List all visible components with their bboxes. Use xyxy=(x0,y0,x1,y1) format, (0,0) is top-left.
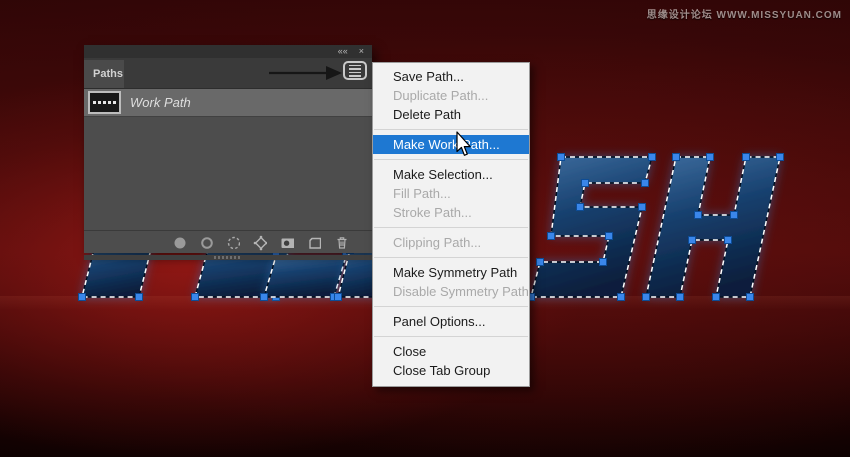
menu-item-stroke-path: Stroke Path... xyxy=(373,203,529,222)
menu-item-make-symmetry-path[interactable]: Make Symmetry Path xyxy=(373,263,529,282)
path-anchor-point xyxy=(335,294,342,301)
fill-path-icon[interactable] xyxy=(172,235,186,251)
menu-item-duplicate-path: Duplicate Path... xyxy=(373,86,529,105)
path-anchor-point xyxy=(192,294,199,301)
path-anchor-point xyxy=(558,154,565,161)
menu-separator xyxy=(374,336,528,337)
path-anchor-point xyxy=(725,237,732,244)
path-anchor-point xyxy=(582,180,589,187)
menu-item-panel-options[interactable]: Panel Options... xyxy=(373,312,529,331)
load-path-as-selection-icon[interactable] xyxy=(226,235,240,251)
path-anchor-point xyxy=(713,294,720,301)
add-mask-icon[interactable] xyxy=(280,235,294,251)
path-anchor-point xyxy=(537,259,544,266)
menu-item-close-tab-group[interactable]: Close Tab Group xyxy=(373,361,529,380)
menu-item-close[interactable]: Close xyxy=(373,342,529,361)
letter-s xyxy=(528,154,656,301)
path-anchor-point xyxy=(643,294,650,301)
menu-item-fill-path: Fill Path... xyxy=(373,184,529,203)
menu-item-make-work-path[interactable]: Make Work Path... xyxy=(373,135,529,154)
work-path-label: Work Path xyxy=(130,95,191,110)
letter-h xyxy=(643,154,784,301)
path-anchor-point xyxy=(261,294,268,301)
path-anchor-point xyxy=(677,294,684,301)
path-anchor-point xyxy=(747,294,754,301)
path-anchor-point xyxy=(642,180,649,187)
menu-separator xyxy=(374,257,528,258)
path-anchor-point xyxy=(695,212,702,219)
paths-list-empty-area xyxy=(84,117,372,230)
panel-tabbar: Paths xyxy=(84,58,372,89)
work-path-thumbnail[interactable] xyxy=(88,91,121,114)
panel-flyout-menu-button[interactable] xyxy=(343,61,367,80)
path-anchor-point xyxy=(673,154,680,161)
menu-separator xyxy=(374,306,528,307)
menu-item-delete-path[interactable]: Delete Path xyxy=(373,105,529,124)
new-path-icon[interactable] xyxy=(307,235,321,251)
watermark-text: 思缘设计论坛 WWW.MISSYUAN.COM xyxy=(647,6,842,21)
menu-separator xyxy=(374,159,528,160)
path-anchor-point xyxy=(689,237,696,244)
path-anchor-point xyxy=(618,294,625,301)
menu-separator xyxy=(374,227,528,228)
path-anchor-point xyxy=(777,154,784,161)
menu-separator xyxy=(374,129,528,130)
path-anchor-point xyxy=(731,212,738,219)
panel-resize-grip[interactable] xyxy=(214,256,242,259)
path-anchor-point xyxy=(639,204,646,211)
tab-paths[interactable]: Paths xyxy=(84,60,124,88)
panel-titlebar: «« × xyxy=(84,45,372,58)
delete-path-icon[interactable] xyxy=(334,235,348,251)
photoshop-canvas: 思缘设计论坛 WWW.MISSYUAN.COM «« × Paths Work … xyxy=(0,0,850,457)
make-work-path-from-selection-icon[interactable] xyxy=(253,235,267,251)
path-anchor-point xyxy=(600,259,607,266)
menu-item-disable-symmetry-path: Disable Symmetry Path xyxy=(373,282,529,301)
path-anchor-point xyxy=(79,294,86,301)
path-anchor-point xyxy=(577,204,584,211)
panel-menu: Save Path...Duplicate Path...Delete Path… xyxy=(372,62,530,387)
collapse-panel-icon[interactable]: «« xyxy=(338,47,348,56)
stroke-path-icon[interactable] xyxy=(199,235,213,251)
path-anchor-point xyxy=(548,233,555,240)
path-anchor-point xyxy=(649,154,656,161)
paths-panel: «« × Paths Work Path xyxy=(84,45,372,253)
menu-item-make-selection[interactable]: Make Selection... xyxy=(373,165,529,184)
path-anchor-point xyxy=(136,294,143,301)
panel-resize-edge[interactable] xyxy=(84,255,372,260)
work-path-row[interactable]: Work Path xyxy=(84,89,372,117)
path-anchor-point xyxy=(743,154,750,161)
menu-item-clipping-path: Clipping Path... xyxy=(373,233,529,252)
path-anchor-point xyxy=(707,154,714,161)
paths-panel-toolbar xyxy=(84,230,372,255)
menu-item-save-path[interactable]: Save Path... xyxy=(373,67,529,86)
close-panel-icon[interactable]: × xyxy=(359,47,364,56)
path-anchor-point xyxy=(606,233,613,240)
